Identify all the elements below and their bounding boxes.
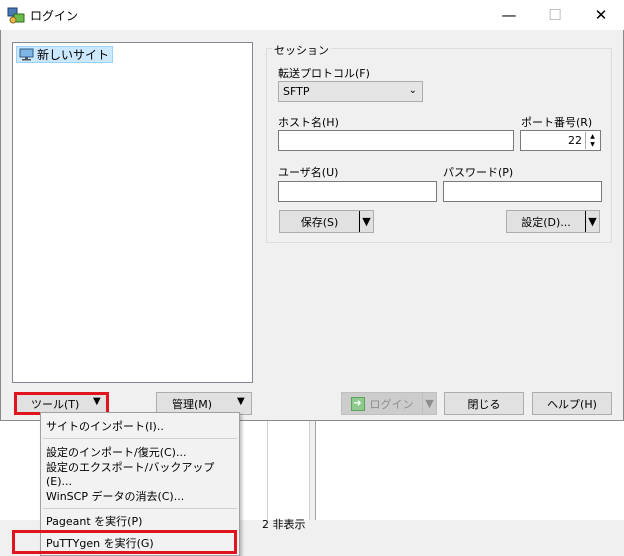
window-title: ログイン [30, 9, 79, 23]
session-group-label: セッション [272, 42, 331, 58]
menu-item-import-sites[interactable]: サイトのインポート(I).. [46, 415, 164, 436]
winscp-app-icon [7, 7, 25, 24]
chevron-down-icon: ⌄ [408, 85, 417, 96]
port-input[interactable]: 22 ▲ ▼ [520, 130, 601, 151]
close-button-label: 閉じる [467, 397, 501, 411]
host-label: ホスト名(H) [278, 116, 339, 129]
help-button[interactable]: ヘルプ(H) [532, 392, 612, 415]
protocol-label: 転送プロトコル(F) [278, 67, 370, 80]
menu-separator [43, 508, 237, 509]
spin-down-icon[interactable]: ▼ [590, 141, 595, 149]
port-value: 22 [568, 134, 582, 147]
host-input[interactable] [278, 130, 514, 151]
port-label: ポート番号(R) [521, 116, 593, 129]
password-label: パスワード(P) [443, 166, 514, 179]
menu-item-clear-data[interactable]: WinSCP データの消去(C)... [46, 485, 184, 506]
menu-item-export-settings[interactable]: 設定のエクスポート/バックアップ(E)... [46, 461, 239, 488]
puttygen-highlight-box [12, 530, 237, 554]
tools-button-label: ツール(T) [31, 398, 80, 411]
monitor-icon [19, 48, 34, 61]
close-button[interactable]: 閉じる [444, 392, 524, 415]
save-button[interactable]: 保存(S) ▼ [279, 210, 374, 233]
manage-dropdown-arrow-icon: ▼ [237, 396, 245, 407]
protocol-select[interactable]: SFTP ⌄ [278, 81, 423, 102]
user-input[interactable] [278, 181, 437, 202]
site-item-label: 新しいサイト [37, 48, 110, 62]
site-item-new-site[interactable]: 新しいサイト [16, 46, 114, 63]
spin-up-icon[interactable]: ▲ [590, 133, 595, 141]
save-button-label: 保存(S) [300, 215, 339, 229]
save-dropdown-arrow-icon[interactable]: ▼ [359, 211, 373, 232]
background-pane-right [315, 420, 624, 520]
login-icon: ➜ [350, 396, 365, 411]
help-button-label: ヘルプ(H) [547, 397, 597, 411]
status-hidden-count: 2 非表示 [262, 518, 306, 531]
settings-dropdown-arrow-icon[interactable]: ▼ [585, 211, 599, 232]
tools-dropdown-arrow-icon: ▼ [93, 396, 101, 407]
menu-item-run-pageant[interactable]: Pageant を実行(P) [46, 510, 142, 531]
user-label: ユーザ名(U) [278, 166, 339, 179]
login-button-label: ログイン [369, 397, 414, 411]
protocol-value: SFTP [283, 85, 310, 98]
menu-separator [43, 438, 237, 439]
site-list[interactable]: 新しいサイト [12, 42, 253, 383]
close-window-button[interactable]: ✕ [578, 0, 624, 30]
settings-button[interactable]: 設定(D)... ▼ [506, 210, 600, 233]
settings-button-label: 設定(D)... [521, 215, 571, 229]
minimize-button[interactable]: — [486, 0, 532, 30]
login-button[interactable]: ➜ ログイン ▼ [341, 392, 437, 415]
manage-button-label: 管理(M) [171, 397, 213, 411]
port-spinner[interactable]: ▲ ▼ [585, 132, 599, 149]
login-dropdown-arrow-icon[interactable]: ▼ [422, 393, 436, 414]
maximize-button[interactable]: ☐ [532, 0, 578, 30]
password-input[interactable] [443, 181, 602, 202]
background-pane-middle [268, 420, 310, 520]
